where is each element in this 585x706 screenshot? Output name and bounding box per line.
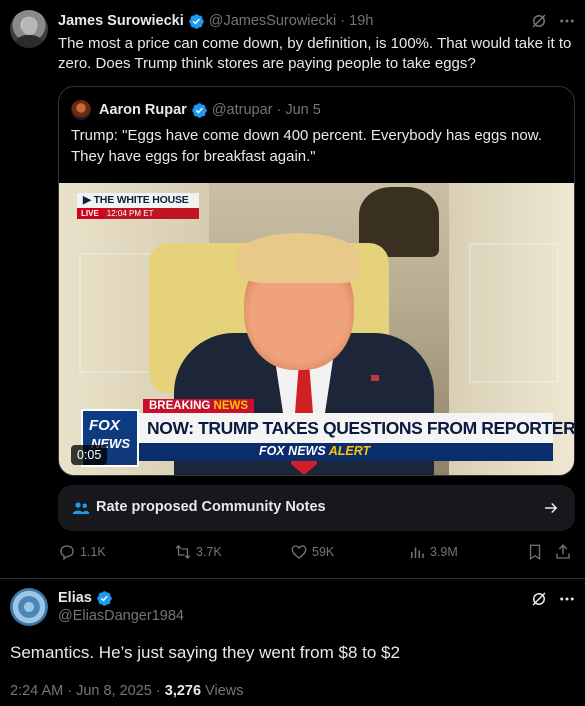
- video-duration: 0:05: [71, 445, 108, 465]
- reply-author-row: Elias: [58, 588, 117, 608]
- reply-views-count: 3,276: [164, 683, 202, 699]
- quoted-author-name[interactable]: Aaron Rupar: [99, 102, 187, 118]
- reply-meta: 2:24 AM · Jun 8, 2025 · 3,276 Views: [10, 683, 244, 699]
- bug-live-row: LIVE 12:04 PM ET: [77, 208, 199, 219]
- people-icon: [72, 502, 90, 514]
- views-count: 3.9M: [430, 545, 458, 559]
- quoted-author-handle[interactable]: @atrupar: [212, 102, 273, 118]
- divider: [0, 578, 585, 579]
- wall-panel: [469, 243, 559, 383]
- logo-line-1: FOX: [89, 417, 120, 434]
- like-icon: [291, 545, 307, 559]
- grok-icon[interactable]: [530, 12, 548, 30]
- tweet-header: James Surowiecki @JamesSurowiecki · 19h: [58, 11, 373, 31]
- repost-icon: [175, 545, 191, 559]
- more-icon[interactable]: [558, 591, 576, 607]
- author-name[interactable]: James Surowiecki: [58, 13, 184, 29]
- author-avatar[interactable]: [10, 10, 48, 48]
- reply-icon: [60, 545, 74, 561]
- breaking-news-label: BREAKING NEWS: [143, 399, 255, 413]
- verified-badge-icon: [97, 590, 112, 606]
- reply-views-label: Views: [201, 683, 244, 699]
- verified-badge-icon: [192, 102, 207, 118]
- reply-author-name[interactable]: Elias: [58, 590, 92, 606]
- views-button[interactable]: 3.9M: [408, 542, 458, 562]
- bug-live: LIVE: [77, 208, 103, 219]
- like-count: 59K: [312, 545, 335, 559]
- arrow-right-icon: [545, 502, 558, 514]
- quoted-text: Trump: "Eggs have come down 400 percent.…: [71, 127, 542, 165]
- quoted-avatar[interactable]: [71, 100, 91, 120]
- share-icon[interactable]: [554, 543, 572, 561]
- quoted-date[interactable]: Jun 5: [285, 102, 320, 118]
- white-house-bug: ▶ THE WHITE HOUSE LIVE 12:04 PM ET: [77, 193, 199, 221]
- fox-news-alert: FOX NEWS ALERT: [259, 444, 371, 458]
- verified-badge-icon: [188, 13, 204, 29]
- tweet-text: The most a price can come down, by defin…: [58, 35, 572, 72]
- tweet-action-bar: 1.1K 3.7K 59K 3.9M: [58, 542, 578, 562]
- reply-count: 1.1K: [80, 545, 106, 559]
- news-headline: NOW: TRUMP TAKES QUESTIONS FROM REPORTER…: [139, 413, 574, 443]
- views-icon: [411, 547, 424, 558]
- repost-count: 3.7K: [196, 545, 222, 559]
- person-hair: [235, 233, 361, 283]
- like-button[interactable]: 59K: [290, 542, 334, 562]
- community-notes-label: Rate proposed Community Notes: [96, 499, 326, 515]
- reply-timestamp[interactable]: 2:24 AM · Jun 8, 2025 ·: [10, 683, 165, 699]
- video-player[interactable]: ▶ THE WHITE HOUSE LIVE 12:04 PM ET FOX N…: [59, 183, 574, 475]
- flag-pin: [371, 375, 379, 381]
- separator-dot: ·: [276, 102, 282, 118]
- quoted-tweet[interactable]: Aaron Rupar @atrupar · Jun 5 Trump: "Egg…: [58, 86, 575, 476]
- reply-author-avatar[interactable]: [10, 588, 48, 626]
- reply-author-handle[interactable]: @EliasDanger1984: [58, 608, 184, 624]
- reply-button[interactable]: 1.1K: [58, 542, 106, 562]
- author-handle[interactable]: @JamesSurowiecki: [209, 13, 337, 29]
- repost-button[interactable]: 3.7K: [174, 542, 222, 562]
- more-icon[interactable]: [558, 13, 576, 29]
- bookmark-icon[interactable]: [526, 543, 544, 561]
- reply-text: Semantics. He’s just saying they went fr…: [10, 643, 400, 662]
- bug-title: ▶ THE WHITE HOUSE: [77, 193, 199, 208]
- news-ticker: FOX NEWS ALERT: [139, 443, 553, 461]
- bug-time: 12:04 PM ET: [102, 208, 199, 219]
- main-tweet[interactable]: James Surowiecki @JamesSurowiecki · 19h …: [0, 0, 585, 580]
- quoted-header: Aaron Rupar @atrupar · Jun 5: [71, 100, 321, 120]
- tweet-time[interactable]: 19h: [349, 13, 373, 29]
- separator-dot: ·: [340, 13, 346, 29]
- news-lower-third: FOX NEWS BREAKING NEWS NOW: TRUMP TAKES …: [81, 399, 574, 469]
- grok-icon[interactable]: [530, 590, 548, 608]
- community-notes-button[interactable]: Rate proposed Community Notes: [58, 485, 575, 531]
